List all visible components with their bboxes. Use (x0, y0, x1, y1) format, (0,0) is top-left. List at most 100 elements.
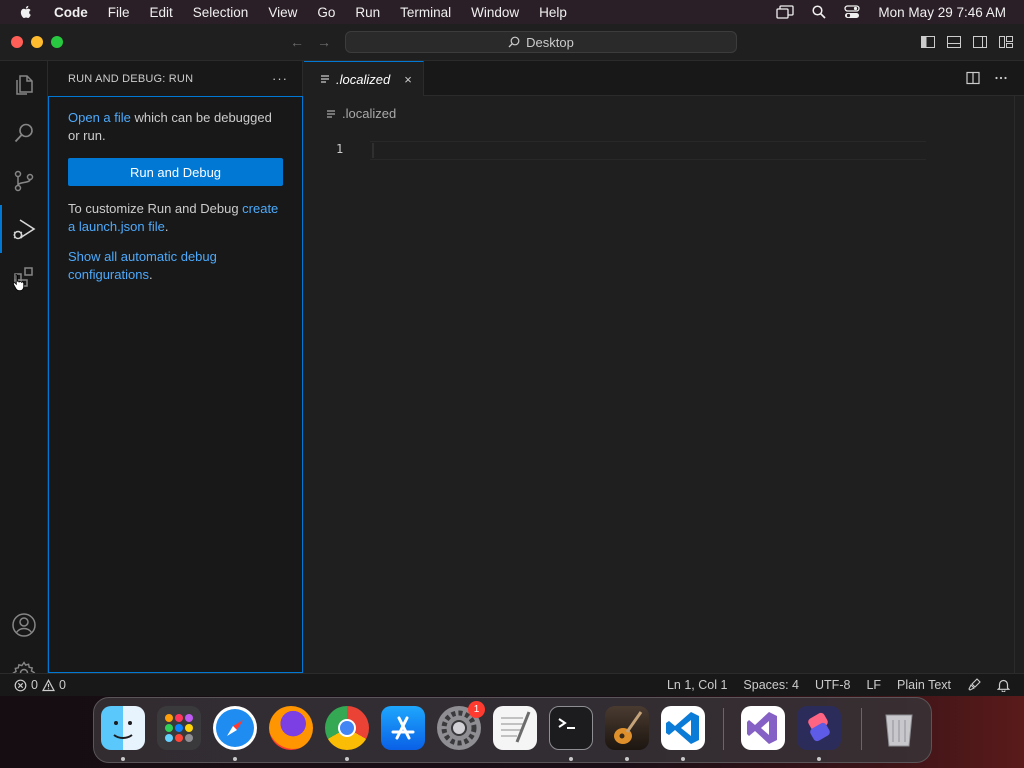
bell-icon[interactable] (997, 678, 1010, 692)
menu-app-name[interactable]: Code (54, 5, 88, 20)
files-icon (16, 75, 33, 95)
textedit-icon[interactable] (493, 706, 537, 750)
status-bar: 0 0 Ln 1, Col 1 Spaces: 4 UTF-8 LF Plain… (0, 673, 1024, 696)
menu-help[interactable]: Help (539, 5, 567, 20)
warning-icon (41, 678, 55, 691)
more-actions-icon[interactable] (994, 71, 1008, 85)
encoding-status[interactable]: UTF-8 (815, 678, 850, 692)
close-window-button[interactable] (11, 36, 23, 48)
error-count: 0 (31, 678, 38, 692)
app-store-icon[interactable] (381, 706, 425, 750)
search-icon (14, 123, 33, 143)
language-mode[interactable]: Plain Text (897, 678, 951, 692)
activity-search[interactable] (0, 109, 48, 157)
terminal-icon[interactable] (549, 706, 593, 750)
chrome-running-indicator (345, 757, 349, 761)
activity-accounts[interactable] (0, 601, 48, 649)
toggle-panel-icon[interactable] (946, 34, 962, 50)
tab-label: .localized (336, 71, 391, 87)
open-file-paragraph: Open a file which can be debugged or run… (68, 109, 283, 145)
show-configs-paragraph: Show all automatic debug configurations. (68, 248, 283, 284)
command-center-label: Desktop (526, 34, 574, 50)
safari-icon[interactable] (213, 706, 257, 750)
mouse-pointer-icon (12, 274, 25, 291)
sidebar-title: RUN AND DEBUG: RUN (68, 72, 194, 85)
run-and-debug-icon (13, 219, 36, 240)
trash-icon[interactable] (877, 706, 921, 750)
activity-run-and-debug[interactable] (0, 205, 48, 253)
control-center-icon[interactable] (844, 5, 861, 19)
text-cursor (372, 143, 374, 158)
eol-status[interactable]: LF (866, 678, 881, 692)
activity-source-control[interactable] (0, 157, 48, 205)
toggle-secondary-sidebar-icon[interactable] (972, 34, 988, 50)
macos-menu-bar: Code File Edit Selection View Go Run Ter… (0, 0, 1024, 24)
screen-mirroring-icon[interactable] (776, 5, 795, 19)
editor-scrollbar[interactable] (1014, 96, 1024, 673)
vscode-running-indicator (681, 757, 685, 761)
indentation-status[interactable]: Spaces: 4 (743, 678, 799, 692)
shortcuts-icon[interactable] (797, 706, 841, 750)
breadcrumb[interactable]: .localized (326, 106, 396, 121)
menu-file[interactable]: File (108, 5, 130, 20)
show-debug-configurations-link[interactable]: Show all automatic debug configurations (68, 249, 217, 282)
customize-period: . (164, 219, 169, 234)
chrome-icon[interactable] (325, 706, 369, 750)
garageband-icon[interactable] (605, 706, 649, 750)
menu-view[interactable]: View (268, 5, 297, 20)
visual-studio-icon[interactable] (741, 706, 785, 750)
run-and-debug-button[interactable]: Run and Debug (68, 158, 283, 186)
run-and-debug-sidebar: RUN AND DEBUG: RUN ··· Open a file which… (48, 61, 303, 673)
go-forward-icon[interactable]: → (317, 34, 331, 50)
finder-icon[interactable] (101, 706, 145, 750)
activity-explorer[interactable] (0, 61, 48, 109)
command-center-search[interactable]: Desktop (345, 31, 737, 53)
open-file-link[interactable]: Open a file (68, 110, 131, 125)
safari-running-indicator (233, 757, 237, 761)
customize-paragraph: To customize Run and Debug create a laun… (68, 200, 283, 236)
menu-run[interactable]: Run (355, 5, 380, 20)
tab-localized[interactable]: .localized × (304, 61, 424, 96)
apple-icon[interactable] (18, 4, 34, 20)
finder-running-indicator (121, 757, 125, 761)
editor-tabs: .localized × (304, 61, 1024, 96)
breadcrumb-file[interactable]: .localized (342, 106, 396, 121)
vscode-icon[interactable] (661, 706, 705, 750)
shortcuts-running-indicator (817, 757, 821, 761)
menu-edit[interactable]: Edit (150, 5, 173, 20)
activity-bar (0, 61, 48, 685)
system-settings-icon[interactable]: 1 (437, 701, 485, 750)
settings-notification-badge: 1 (468, 701, 485, 718)
launchpad-icon[interactable] (157, 706, 201, 750)
toggle-primary-sidebar-icon[interactable] (920, 34, 936, 50)
split-editor-icon[interactable] (966, 71, 980, 85)
search-icon (508, 36, 520, 48)
cursor-position[interactable]: Ln 1, Col 1 (667, 678, 727, 692)
current-line-highlight[interactable] (370, 141, 926, 160)
garageband-running-indicator (625, 757, 629, 761)
line-number: 1 (336, 142, 344, 156)
spotlight-search-icon[interactable] (812, 5, 827, 19)
dock-separator (861, 708, 862, 750)
zoom-window-button[interactable] (51, 36, 63, 48)
customize-text: To customize Run and Debug (68, 201, 243, 216)
source-control-icon (14, 170, 34, 192)
dock: 1 (93, 697, 932, 763)
feedback-icon[interactable] (967, 678, 981, 692)
plain-text-file-icon (321, 75, 329, 83)
close-tab-icon[interactable]: × (404, 72, 412, 87)
more-actions-icon[interactable]: ··· (272, 71, 288, 86)
title-bar: ← → Desktop (0, 24, 1024, 61)
minimize-window-button[interactable] (31, 36, 43, 48)
menu-terminal[interactable]: Terminal (400, 5, 451, 20)
customize-layout-icon[interactable] (998, 34, 1014, 50)
go-back-icon[interactable]: ← (290, 34, 304, 50)
problems-status[interactable]: 0 0 (14, 678, 66, 692)
dock-separator (723, 708, 724, 750)
menu-window[interactable]: Window (471, 5, 519, 20)
menu-go[interactable]: Go (317, 5, 335, 20)
firefox-icon[interactable] (269, 706, 313, 750)
menubar-clock[interactable]: Mon May 29 7:46 AM (878, 5, 1006, 20)
account-icon (12, 613, 36, 637)
menu-selection[interactable]: Selection (193, 5, 249, 20)
